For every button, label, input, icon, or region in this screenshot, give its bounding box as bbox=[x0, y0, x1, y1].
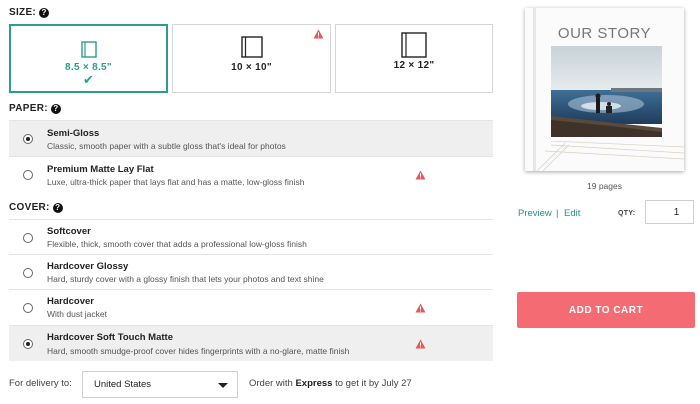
option-description: Hard, smooth smudge-proof cover hides fi… bbox=[47, 346, 350, 356]
cover-option-hardcover-glossy[interactable]: Hardcover Glossy Hard, sturdy cover with… bbox=[9, 254, 493, 289]
edit-link[interactable]: Edit bbox=[564, 208, 580, 219]
option-title: Semi-Gloss bbox=[47, 128, 100, 139]
paper-option-semi-gloss[interactable]: Semi-Gloss Classic, smooth paper with a … bbox=[9, 120, 493, 156]
preview-link[interactable]: Preview bbox=[518, 208, 552, 219]
option-description: Flexible, thick, smooth cover that adds … bbox=[47, 239, 307, 249]
option-title: Hardcover Soft Touch Matte bbox=[47, 332, 173, 343]
radio-button[interactable] bbox=[23, 268, 33, 278]
quantity-label: QTY: bbox=[618, 210, 636, 217]
size-label: SIZE: ? bbox=[9, 7, 50, 18]
radio-button[interactable] bbox=[23, 170, 33, 180]
check-icon: ✔ bbox=[83, 72, 94, 87]
cover-stripes bbox=[536, 141, 684, 171]
option-description: Hard, sturdy cover with a glossy finish … bbox=[47, 274, 324, 284]
radio-button[interactable] bbox=[23, 339, 33, 349]
radio-button[interactable] bbox=[23, 233, 33, 243]
size-option-10[interactable]: 10 × 10" bbox=[172, 24, 331, 93]
country-select[interactable]: United States bbox=[82, 371, 238, 398]
radio-button[interactable] bbox=[23, 303, 33, 313]
option-description: With dust jacket bbox=[47, 309, 107, 319]
size-label-text: SIZE: bbox=[9, 7, 37, 18]
book-icon bbox=[240, 36, 263, 58]
delivery-estimate: Order with Express to get it by July 27 bbox=[249, 378, 412, 389]
option-description: Luxe, ultra-thick paper that lays flat a… bbox=[47, 177, 305, 187]
size-option-label: 12 × 12" bbox=[393, 60, 435, 71]
help-icon[interactable]: ? bbox=[50, 103, 61, 114]
warning-icon bbox=[415, 303, 426, 313]
book-title: OUR STORY bbox=[557, 25, 652, 42]
paper-label-text: PAPER: bbox=[9, 103, 48, 114]
warning-icon bbox=[415, 170, 426, 180]
book-icon bbox=[401, 32, 427, 58]
delivery-label: For delivery to: bbox=[9, 378, 72, 389]
option-title: Hardcover bbox=[47, 296, 94, 307]
order-prefix: Order with bbox=[249, 378, 296, 389]
option-title: Premium Matte Lay Flat bbox=[47, 164, 154, 175]
size-option-12[interactable]: 12 × 12" bbox=[335, 24, 493, 93]
radio-button[interactable] bbox=[23, 134, 33, 144]
option-title: Hardcover Glossy bbox=[47, 261, 129, 272]
cover-option-softcover[interactable]: Softcover Flexible, thick, smooth cover … bbox=[9, 219, 493, 254]
warning-icon bbox=[415, 339, 426, 349]
order-suffix: to get it by July 27 bbox=[332, 378, 412, 389]
paper-label: PAPER: ? bbox=[9, 103, 61, 114]
cover-option-hardcover[interactable]: Hardcover With dust jacket bbox=[9, 289, 493, 325]
option-title: Softcover bbox=[47, 226, 91, 237]
link-separator: | bbox=[556, 208, 559, 219]
size-option-8-5[interactable]: 8.5 × 8.5" ✔ bbox=[9, 24, 168, 93]
warning-icon bbox=[313, 29, 324, 39]
option-description: Classic, smooth paper with a subtle glos… bbox=[47, 141, 286, 151]
help-icon[interactable]: ? bbox=[39, 7, 50, 18]
cover-label-text: COVER: bbox=[9, 202, 50, 213]
cover-label: COVER: ? bbox=[9, 202, 63, 213]
country-value: United States bbox=[94, 379, 152, 390]
page-count: 19 pages bbox=[587, 181, 622, 191]
caret-down-icon bbox=[218, 383, 228, 388]
cover-photo bbox=[551, 46, 662, 137]
cover-option-soft-touch-matte[interactable]: Hardcover Soft Touch Matte Hard, smooth … bbox=[9, 325, 493, 361]
paper-option-premium-matte[interactable]: Premium Matte Lay Flat Luxe, ultra-thick… bbox=[9, 156, 493, 192]
book-icon bbox=[80, 41, 97, 58]
order-method: Express bbox=[295, 378, 333, 389]
size-option-label: 10 × 10" bbox=[231, 62, 272, 73]
quantity-input[interactable] bbox=[645, 200, 694, 224]
help-icon[interactable]: ? bbox=[52, 202, 63, 213]
add-to-cart-button[interactable]: ADD TO CART bbox=[517, 292, 695, 328]
book-cover-preview[interactable]: OUR STORY bbox=[525, 8, 684, 171]
